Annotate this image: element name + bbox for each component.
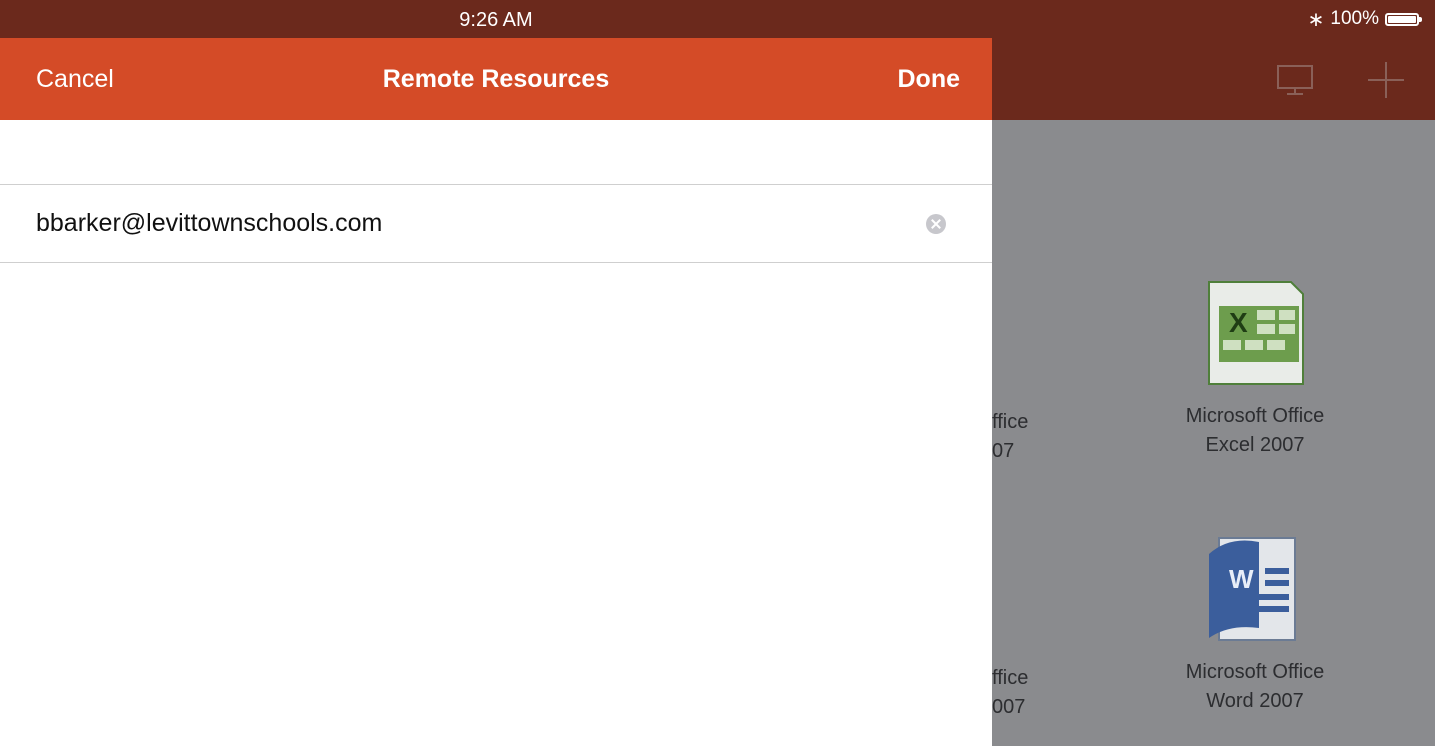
email-field[interactable] bbox=[36, 185, 896, 262]
app-tile-excel[interactable]: X Microsoft Office Excel 2007 bbox=[1155, 272, 1355, 460]
excel-icon: X bbox=[1208, 281, 1304, 385]
battery-percent: 100% bbox=[1330, 8, 1379, 29]
done-button[interactable]: Done bbox=[898, 38, 961, 120]
nav-bar: Cancel Remote Resources Done bbox=[0, 38, 992, 120]
battery-icon bbox=[1385, 12, 1422, 26]
cancel-button[interactable]: Cancel bbox=[36, 38, 114, 120]
partial-tile-label: ffice 007 bbox=[992, 664, 1028, 722]
partial-tile-line2: 007 bbox=[992, 696, 1026, 718]
status-right: ∗ 100% bbox=[1307, 0, 1422, 38]
app-tile-line2: Excel 2007 bbox=[1205, 434, 1305, 456]
word-icon: W bbox=[1209, 537, 1296, 641]
partial-tile-line1: ffice bbox=[992, 411, 1029, 433]
nav-title: Remote Resources bbox=[382, 65, 610, 93]
partial-tile-line2: 07 bbox=[992, 440, 1015, 462]
app-tile-word[interactable]: W Microsoft Office Word 2007 bbox=[1155, 528, 1355, 716]
remote-resources-sheet: Cancel Remote Resources Done bbox=[0, 38, 992, 746]
app-tile-line1: Microsoft Office bbox=[1185, 661, 1325, 683]
app-tile-line1: Microsoft Office bbox=[1185, 405, 1325, 427]
partial-tile-line1: ffice bbox=[992, 667, 1029, 689]
monitor-icon[interactable] bbox=[1275, 60, 1315, 100]
svg-text:W: W bbox=[1229, 564, 1254, 594]
svg-text:X: X bbox=[1229, 307, 1248, 338]
bluetooth-icon: ∗ bbox=[1307, 8, 1325, 31]
status-bar: 9:26 AM ∗ 100% bbox=[0, 0, 1435, 38]
partial-tile-label: ffice 07 bbox=[992, 408, 1028, 466]
email-row bbox=[0, 185, 992, 263]
app-tile-line2: Word 2007 bbox=[1206, 690, 1304, 712]
plus-icon[interactable] bbox=[1366, 60, 1406, 100]
battery-fill bbox=[1388, 15, 1416, 23]
clear-icon[interactable] bbox=[926, 214, 946, 234]
status-time: 9:26 AM bbox=[459, 9, 533, 31]
